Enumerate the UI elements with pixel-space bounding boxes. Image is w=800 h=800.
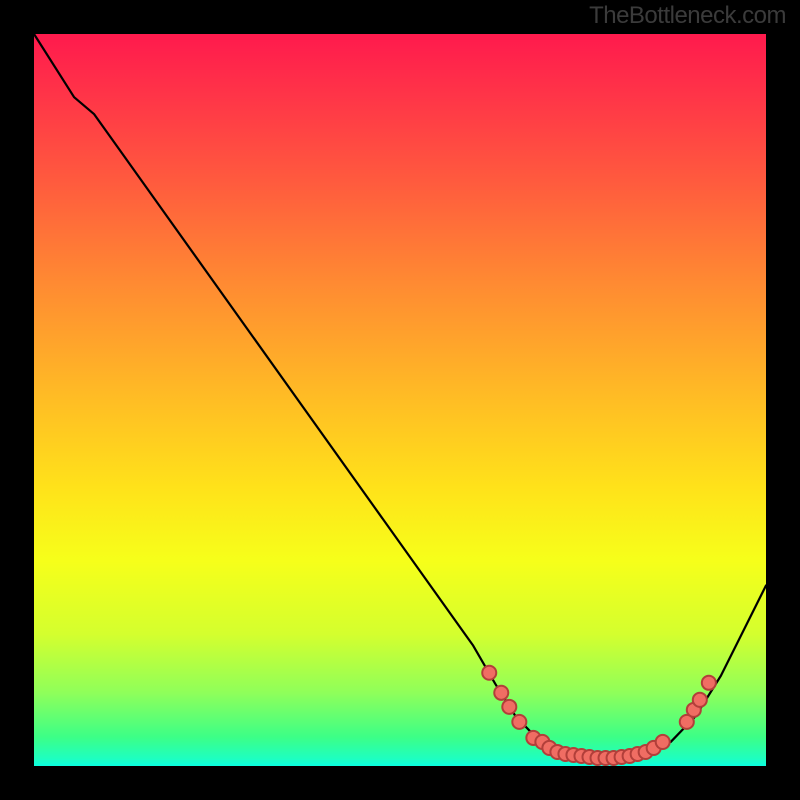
marker-group (482, 666, 716, 765)
plot-area (34, 34, 766, 766)
chart-frame: TheBottleneck.com (0, 0, 800, 800)
watermark-label: TheBottleneck.com (589, 2, 786, 30)
bottleneck-curve (34, 34, 766, 760)
chart-overlay (34, 34, 766, 766)
